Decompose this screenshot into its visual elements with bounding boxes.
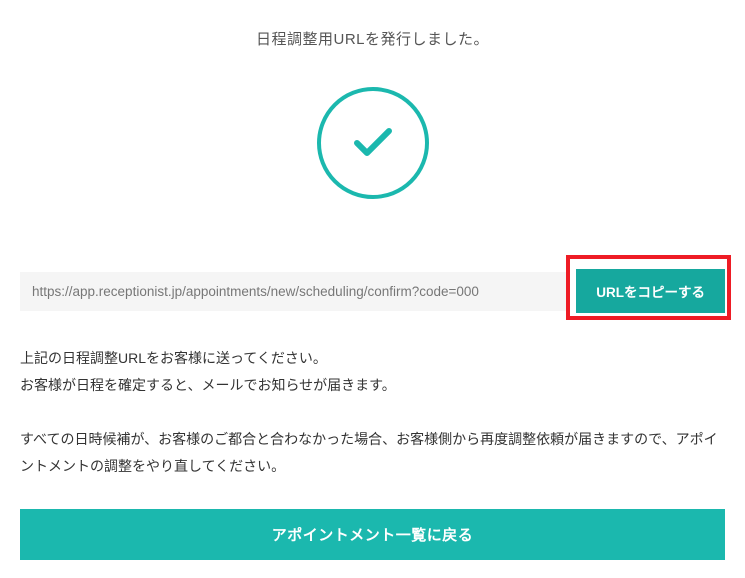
info-block-2: すべての日時候補が、お客様のご都合と合わなかった場合、お客様側から再度調整依頼が… — [20, 426, 725, 479]
info-line-3: すべての日時候補が、お客様のご都合と合わなかった場合、お客様側から再度調整依頼が… — [20, 426, 725, 479]
url-row: https://app.receptionist.jp/appointments… — [20, 269, 725, 313]
success-check-icon — [317, 87, 429, 199]
info-line-2: お客様が日程を確定すると、メールでお知らせが届きます。 — [20, 372, 725, 399]
info-block-1: 上記の日程調整URLをお客様に送ってください。 お客様が日程を確定すると、メール… — [20, 345, 725, 398]
url-display[interactable]: https://app.receptionist.jp/appointments… — [20, 272, 570, 311]
page-title: 日程調整用URLを発行しました。 — [0, 0, 745, 49]
back-to-list-button[interactable]: アポイントメント一覧に戻る — [20, 509, 725, 560]
info-line-1: 上記の日程調整URLをお客様に送ってください。 — [20, 345, 725, 372]
copy-url-button[interactable]: URLをコピーする — [576, 269, 725, 313]
